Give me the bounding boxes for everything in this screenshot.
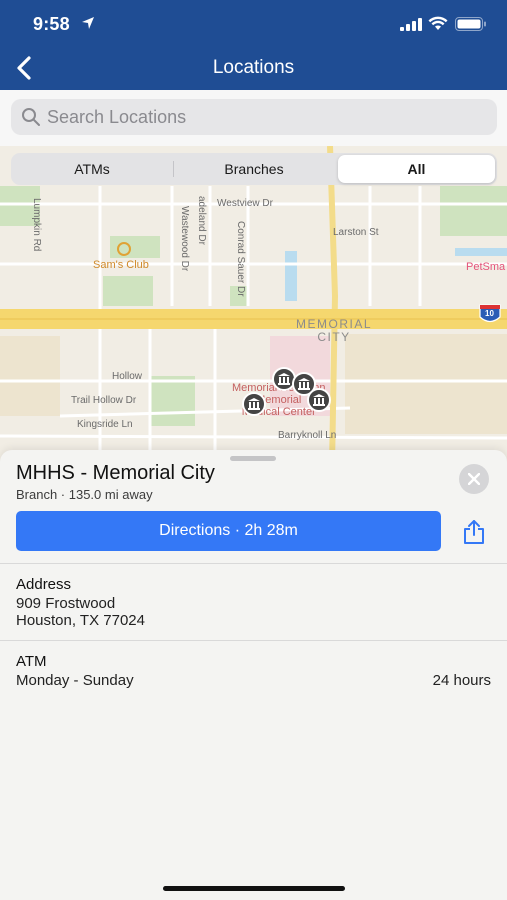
map-label-trail-hollow: Trail Hollow Dr <box>71 395 137 406</box>
section-divider <box>0 563 507 564</box>
map-label-larston: Larston St <box>333 227 379 238</box>
close-button[interactable] <box>459 464 489 494</box>
battery-icon <box>455 17 486 31</box>
location-detail-sheet: MHHS - Memorial City Branch · 135.0 mi a… <box>0 450 507 900</box>
sheet-grabber[interactable] <box>230 456 276 461</box>
map-label-adeland: adeland Dr <box>196 196 207 245</box>
map-label-conrad: Conrad Sauer Dr <box>235 221 246 297</box>
map-label-hollow: Hollow <box>112 371 143 382</box>
home-indicator <box>163 886 345 891</box>
map-label-sams-club: Sam's Club <box>93 259 149 271</box>
map-label-westview: Westview Dr <box>217 198 273 209</box>
search-input[interactable] <box>47 99 487 135</box>
hours-heading: ATM <box>16 653 47 670</box>
address-heading: Address <box>16 576 72 593</box>
map-label-petsmart: PetSma <box>466 261 506 273</box>
address-line-1: 909 Frostwood <box>16 595 116 612</box>
status-time: 9:58 <box>33 14 70 34</box>
hours-days: Monday - Sunday <box>16 672 134 689</box>
signal-icon <box>400 18 422 31</box>
bank-pin[interactable] <box>307 388 331 412</box>
filter-branches[interactable]: Branches <box>174 155 334 183</box>
page-title: Locations <box>212 57 295 78</box>
location-name: MHHS - Memorial City <box>16 462 215 484</box>
map-label-interstate: 10 <box>485 309 494 318</box>
map-label-barryknoll: Barryknoll Ln <box>278 430 337 441</box>
filter-atms[interactable]: ATMs <box>13 155 171 183</box>
map-view[interactable]: Lumpkin Rd Westview Dr Larston St Sam's … <box>0 146 507 466</box>
map-label-memorial-city: MEMORIAL CITY <box>296 317 373 344</box>
share-icon[interactable] <box>461 519 487 545</box>
filter-all[interactable]: All <box>338 155 495 183</box>
bank-icon <box>278 373 290 385</box>
bank-icon <box>313 394 325 406</box>
search-icon <box>22 108 40 126</box>
status-bar: 9:58 <box>0 0 507 48</box>
location-filter: ATMs Branches All <box>11 153 497 185</box>
map-base <box>0 146 507 466</box>
directions-button[interactable]: Directions · 2h 28m <box>16 511 441 551</box>
location-arrow-icon <box>82 17 94 29</box>
close-icon <box>468 473 480 485</box>
app-header: 9:58 Locations <box>0 0 507 90</box>
wifi-icon <box>428 16 448 30</box>
address-line-2: Houston, TX 77024 <box>16 612 145 629</box>
map-label-lumpkin: Lumpkin Rd <box>31 198 42 252</box>
map-label-wastewood: Wastewood Dr <box>179 206 190 272</box>
search-field[interactable] <box>11 99 497 135</box>
map-label-kingsride: Kingsride Ln <box>77 419 133 430</box>
nav-bar: Locations <box>0 48 507 90</box>
search-bar <box>0 90 507 146</box>
hours-value: 24 hours <box>432 672 491 689</box>
bank-pin[interactable] <box>242 392 266 416</box>
location-subtitle: Branch · 135.0 mi away <box>16 487 153 502</box>
bank-icon <box>248 398 260 410</box>
section-divider <box>0 640 507 641</box>
bank-icon <box>298 378 310 390</box>
